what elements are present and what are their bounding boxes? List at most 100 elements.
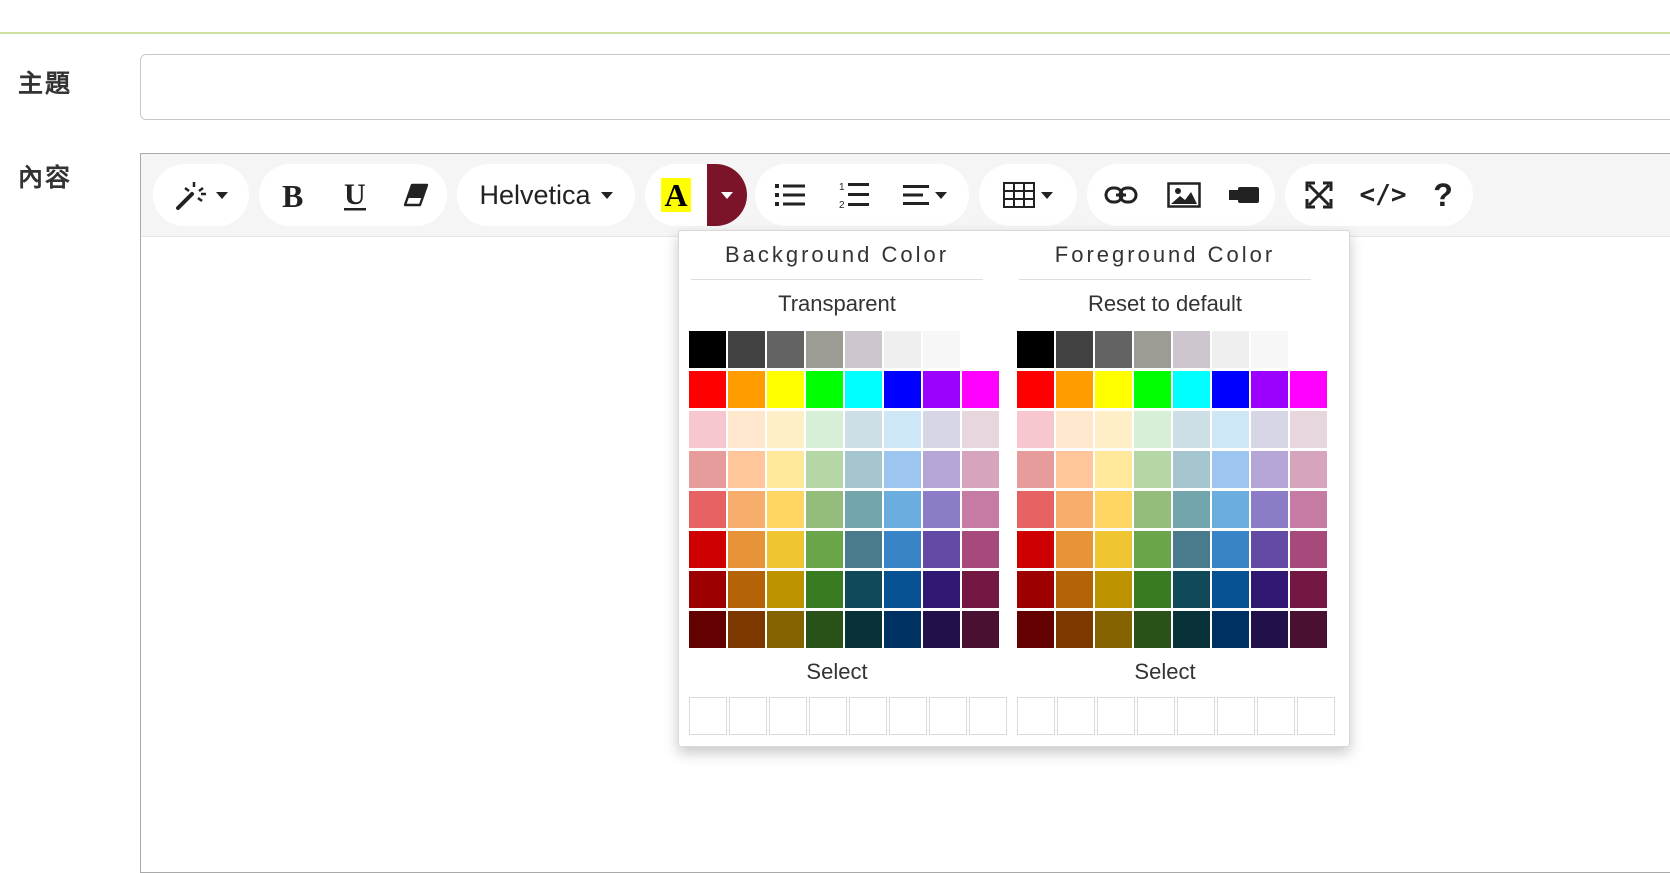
color-swatch[interactable]	[1134, 411, 1171, 448]
color-swatch[interactable]	[689, 451, 726, 488]
custom-color-swatch[interactable]	[1177, 697, 1215, 735]
custom-color-swatch[interactable]	[849, 697, 887, 735]
clear-format-button[interactable]	[386, 164, 446, 226]
color-swatch[interactable]	[1212, 371, 1249, 408]
color-swatch[interactable]	[1251, 531, 1288, 568]
color-swatch[interactable]	[1056, 531, 1093, 568]
color-swatch[interactable]	[923, 411, 960, 448]
table-dropdown[interactable]	[979, 164, 1077, 226]
color-swatch[interactable]	[1173, 411, 1210, 448]
color-swatch[interactable]	[806, 531, 843, 568]
custom-color-swatch[interactable]	[929, 697, 967, 735]
color-swatch[interactable]	[689, 371, 726, 408]
color-swatch[interactable]	[962, 451, 999, 488]
color-swatch[interactable]	[1212, 411, 1249, 448]
color-swatch[interactable]	[962, 331, 999, 368]
color-swatch[interactable]	[1095, 611, 1132, 648]
color-swatch[interactable]	[767, 531, 804, 568]
color-swatch[interactable]	[1056, 371, 1093, 408]
color-swatch[interactable]	[728, 331, 765, 368]
color-swatch[interactable]	[884, 331, 921, 368]
color-swatch[interactable]	[884, 491, 921, 528]
color-swatch[interactable]	[1017, 371, 1054, 408]
color-swatch[interactable]	[1056, 331, 1093, 368]
custom-color-swatch[interactable]	[1217, 697, 1255, 735]
color-swatch[interactable]	[1212, 531, 1249, 568]
color-swatch[interactable]	[1290, 531, 1327, 568]
color-swatch[interactable]	[1095, 531, 1132, 568]
color-swatch[interactable]	[845, 531, 882, 568]
color-swatch[interactable]	[1290, 571, 1327, 608]
color-swatch[interactable]	[1134, 451, 1171, 488]
underline-button[interactable]: U	[324, 164, 386, 226]
color-swatch[interactable]	[1251, 411, 1288, 448]
color-swatch[interactable]	[1290, 491, 1327, 528]
style-button[interactable]	[153, 164, 249, 226]
custom-color-swatch[interactable]	[1257, 697, 1295, 735]
paragraph-align-dropdown[interactable]	[885, 164, 965, 226]
color-swatch[interactable]	[1134, 611, 1171, 648]
color-swatch[interactable]	[767, 611, 804, 648]
color-swatch[interactable]	[728, 571, 765, 608]
color-swatch[interactable]	[689, 411, 726, 448]
color-swatch[interactable]	[884, 411, 921, 448]
color-swatch[interactable]	[962, 491, 999, 528]
custom-color-swatch[interactable]	[769, 697, 807, 735]
color-swatch[interactable]	[1056, 491, 1093, 528]
insert-picture-button[interactable]	[1153, 164, 1215, 226]
custom-color-swatch[interactable]	[729, 697, 767, 735]
code-view-button[interactable]: </>	[1351, 164, 1415, 226]
help-button[interactable]: ?	[1415, 164, 1471, 226]
color-swatch[interactable]	[1017, 411, 1054, 448]
color-swatch[interactable]	[845, 331, 882, 368]
custom-color-swatch[interactable]	[1057, 697, 1095, 735]
custom-color-swatch[interactable]	[889, 697, 927, 735]
color-swatch[interactable]	[1173, 451, 1210, 488]
color-swatch[interactable]	[728, 411, 765, 448]
color-swatch[interactable]	[1173, 371, 1210, 408]
color-swatch[interactable]	[1134, 331, 1171, 368]
color-swatch[interactable]	[962, 571, 999, 608]
color-swatch[interactable]	[1212, 491, 1249, 528]
color-swatch[interactable]	[728, 451, 765, 488]
color-swatch[interactable]	[923, 491, 960, 528]
color-swatch[interactable]	[767, 331, 804, 368]
color-swatch[interactable]	[1017, 491, 1054, 528]
color-swatch[interactable]	[728, 371, 765, 408]
color-swatch[interactable]	[1251, 571, 1288, 608]
bold-button[interactable]: B	[262, 164, 324, 226]
color-swatch[interactable]	[1290, 411, 1327, 448]
color-swatch[interactable]	[962, 531, 999, 568]
ordered-list-button[interactable]: 1 2	[823, 164, 885, 226]
custom-color-swatch[interactable]	[1137, 697, 1175, 735]
color-swatch[interactable]	[806, 491, 843, 528]
color-swatch[interactable]	[1017, 571, 1054, 608]
color-swatch[interactable]	[1212, 611, 1249, 648]
color-swatch[interactable]	[1212, 451, 1249, 488]
color-swatch[interactable]	[1056, 611, 1093, 648]
color-swatch[interactable]	[962, 611, 999, 648]
color-swatch[interactable]	[1290, 331, 1327, 368]
color-swatch[interactable]	[1056, 571, 1093, 608]
color-swatch[interactable]	[1290, 611, 1327, 648]
fullscreen-button[interactable]	[1287, 164, 1351, 226]
color-swatch[interactable]	[884, 451, 921, 488]
unordered-list-button[interactable]	[757, 164, 823, 226]
color-swatch[interactable]	[1017, 451, 1054, 488]
color-swatch[interactable]	[1095, 451, 1132, 488]
color-swatch[interactable]	[845, 411, 882, 448]
color-swatch[interactable]	[1056, 411, 1093, 448]
color-swatch[interactable]	[1251, 331, 1288, 368]
color-swatch[interactable]	[767, 571, 804, 608]
custom-color-swatch[interactable]	[1097, 697, 1135, 735]
color-swatch[interactable]	[1173, 571, 1210, 608]
insert-video-button[interactable]	[1215, 164, 1273, 226]
color-swatch[interactable]	[845, 451, 882, 488]
color-swatch[interactable]	[689, 611, 726, 648]
color-swatch[interactable]	[845, 571, 882, 608]
color-swatch[interactable]	[962, 411, 999, 448]
color-swatch[interactable]	[1212, 571, 1249, 608]
color-swatch[interactable]	[1173, 611, 1210, 648]
color-swatch[interactable]	[728, 531, 765, 568]
color-swatch[interactable]	[1134, 371, 1171, 408]
